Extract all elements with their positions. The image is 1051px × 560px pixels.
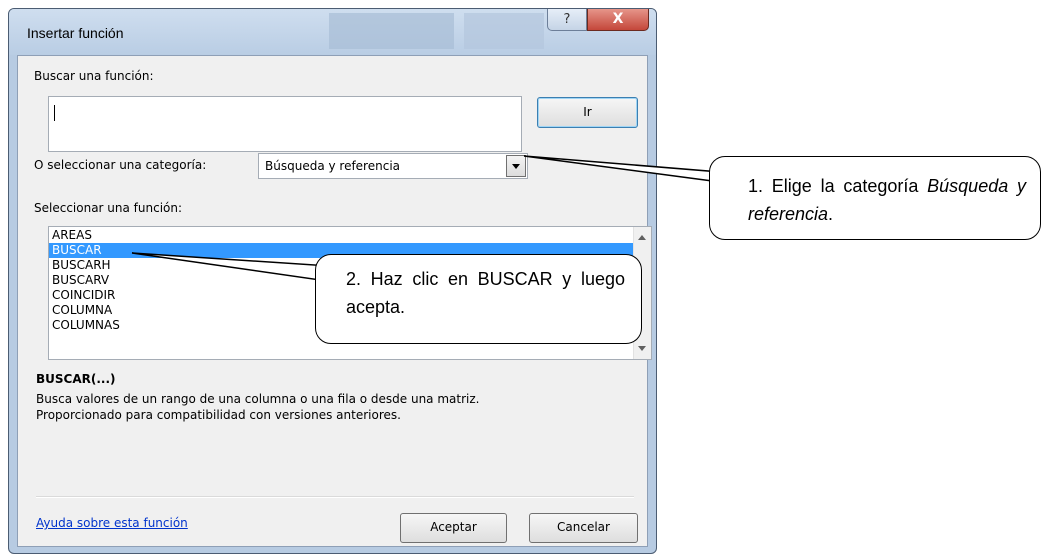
callout-2-pointer xyxy=(131,252,332,281)
callout-choose-category: 1. Elige la categoría Búsqueda y referen… xyxy=(709,156,1041,240)
callout-1-end: . xyxy=(828,204,834,224)
callout-2-text: 2. Haz clic en BUSCAR y luego acepta. xyxy=(346,269,625,317)
callout-1-pointer xyxy=(523,155,721,183)
callout-click-buscar: 2. Haz clic en BUSCAR y luego acepta. xyxy=(315,254,642,344)
callout-1-text: 1. Elige la categoría xyxy=(748,176,928,196)
